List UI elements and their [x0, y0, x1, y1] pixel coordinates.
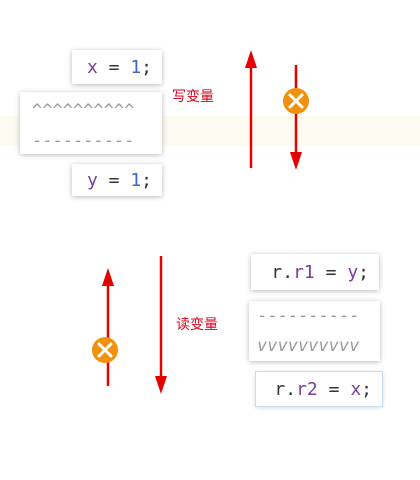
arrow-up-forbidden — [102, 268, 114, 386]
dash-marks: ---------- — [257, 306, 360, 326]
read-statement-r1: r. r1 = y; — [251, 254, 379, 290]
semicolon: ; — [141, 56, 152, 78]
arrow-up-allowed — [245, 50, 257, 168]
reorder-arrows — [92, 50, 309, 394]
write-statement-x: x = 1; — [72, 50, 162, 84]
write-variable-label: 写变量 — [172, 89, 214, 105]
read-variable-label: 读变量 — [176, 317, 218, 333]
assigned-value: 1 — [130, 169, 142, 191]
assigned-value: x — [350, 378, 362, 400]
var-name: x — [86, 56, 98, 78]
assign-operator: = — [328, 378, 340, 400]
read-barrier-card: ---------- vvvvvvvvvv — [249, 301, 380, 361]
arrow-down-allowed — [155, 256, 167, 394]
assigned-value: 1 — [130, 56, 142, 78]
assign-operator: = — [325, 261, 337, 283]
read-statement-r2: r. r2 = x; — [256, 372, 382, 406]
object-name: r — [271, 261, 283, 283]
semicolon: ; — [141, 169, 152, 191]
field-name: r2 — [296, 378, 318, 400]
assign-operator: = — [108, 169, 120, 191]
write-statement-y: y = 1; — [72, 164, 162, 196]
var-name: y — [86, 169, 98, 191]
dash-marks: ---------- — [32, 131, 135, 151]
assign-operator: = — [108, 56, 120, 78]
assigned-value: y — [347, 261, 359, 283]
dot-operator: . — [282, 261, 294, 283]
field-name: r1 — [293, 261, 315, 283]
object-name: r — [274, 378, 286, 400]
semicolon: ; — [361, 378, 372, 400]
dot-operator: . — [285, 378, 297, 400]
caret-marks: ^^^^^^^^^^ — [32, 101, 135, 121]
vee-marks: vvvvvvvvvv — [257, 336, 360, 356]
close-icon — [92, 337, 118, 363]
close-icon — [283, 88, 309, 114]
write-barrier-card: ^^^^^^^^^^ ---------- — [20, 92, 162, 154]
semicolon: ; — [358, 261, 369, 283]
